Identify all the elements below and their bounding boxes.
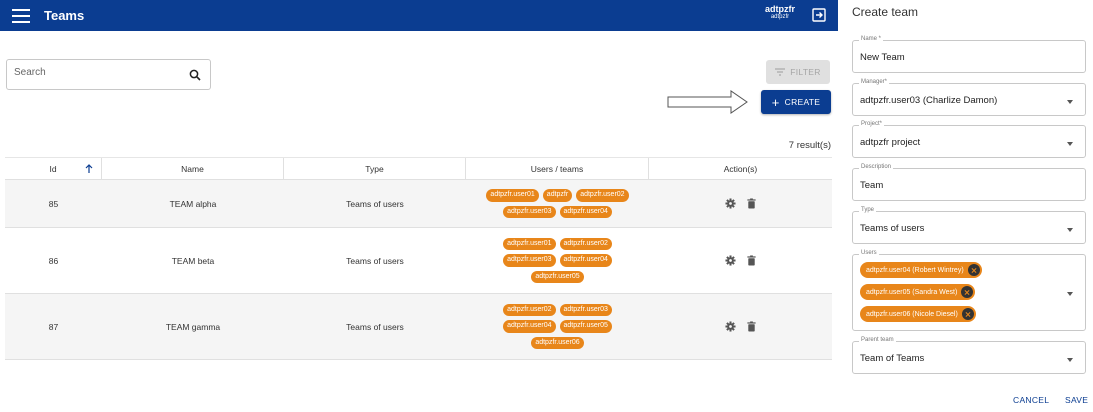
type-select[interactable]: Type Teams of users	[852, 207, 1086, 244]
manager-select[interactable]: Manager* adtpzfr.user03 (Charlize Damon)	[852, 79, 1086, 116]
filter-label: FILTER	[790, 67, 821, 77]
description-field-value[interactable]: Team	[860, 180, 883, 191]
user-name: adtpzfr	[765, 4, 795, 14]
delete-trash-icon[interactable]	[746, 321, 757, 332]
user-chip[interactable]: adtpzfr.user02	[503, 303, 556, 317]
row-actions	[649, 294, 832, 359]
user-chip[interactable]: adtpzfr.user03	[503, 254, 556, 267]
row-name: TEAM beta	[171, 255, 215, 266]
user-chip[interactable]: adtpzfr	[542, 189, 573, 202]
create-button[interactable]: + CREATE	[761, 90, 831, 114]
filter-button[interactable]: FILTER	[766, 60, 830, 84]
column-header-actions: Action(s)	[723, 163, 758, 174]
user-chip[interactable]: adtpzfr.user04	[559, 254, 612, 267]
row-type: Teams of users	[346, 198, 404, 209]
users-select-label: Users	[859, 250, 879, 256]
user-chip[interactable]: adtpzfr.user04	[503, 320, 556, 333]
chevron-down-icon[interactable]	[1067, 358, 1073, 362]
save-button[interactable]: SAVE	[1065, 395, 1088, 405]
row-id: 87	[48, 321, 59, 332]
table-row[interactable]: 85 TEAM alpha Teams of users adtpzfr.use…	[5, 180, 832, 228]
selected-user-chip: adtpzfr.user06 (Nicole Diesel)	[860, 306, 976, 322]
remove-chip-icon[interactable]	[961, 308, 974, 320]
annotation-arrow	[667, 90, 748, 114]
row-name: TEAM alpha	[169, 198, 217, 209]
user-chip[interactable]: adtpzfr.user03	[503, 205, 556, 218]
row-id: 85	[48, 198, 59, 209]
delete-trash-icon[interactable]	[746, 198, 757, 209]
table-row[interactable]: 87 TEAM gamma Teams of users adtpzfr.use…	[5, 294, 832, 360]
plus-icon: +	[771, 94, 780, 110]
user-subtitle: adtpzfr	[770, 14, 790, 20]
row-actions	[649, 228, 832, 293]
project-select[interactable]: Project* adtpzfr project	[852, 121, 1086, 158]
chevron-down-icon[interactable]	[1067, 100, 1073, 104]
selected-user-chip: adtpzfr.user04 (Robert Wintrey)	[860, 262, 982, 278]
remove-chip-icon[interactable]	[961, 286, 974, 298]
manager-select-value: adtpzfr.user03 (Charlize Damon)	[860, 95, 998, 106]
name-field-label: Name *	[859, 36, 884, 42]
chevron-down-icon[interactable]	[1067, 228, 1073, 232]
search-box	[6, 59, 211, 90]
row-id: 86	[48, 255, 59, 266]
description-field[interactable]: Description Team	[852, 164, 1086, 201]
user-chip[interactable]: adtpzfr.user03	[559, 303, 612, 317]
table-row[interactable]: 86 TEAM beta Teams of users adtpzfr.user…	[5, 228, 832, 294]
row-users: adtpzfr.user02 adtpzfr.user03 adtpzfr.us…	[466, 294, 649, 359]
type-select-label: Type	[859, 207, 877, 213]
remove-chip-icon[interactable]	[967, 264, 980, 276]
delete-trash-icon[interactable]	[746, 255, 757, 266]
users-select[interactable]: Users adtpzfr.user04 (Robert Wintrey) ad…	[852, 250, 1086, 331]
sort-ascending-icon[interactable]	[85, 164, 93, 174]
row-name: TEAM gamma	[165, 321, 221, 332]
description-field-label: Description	[859, 164, 894, 170]
settings-gear-icon[interactable]	[724, 198, 736, 209]
row-actions	[649, 180, 832, 227]
hamburger-menu-icon[interactable]	[12, 8, 30, 23]
user-chip[interactable]: adtpzfr.user06	[531, 336, 584, 350]
settings-gear-icon[interactable]	[724, 321, 736, 332]
parent-team-select-value: Team of Teams	[860, 353, 925, 364]
name-field[interactable]: Name * New Team	[852, 36, 1086, 73]
column-header-name[interactable]: Name	[102, 158, 284, 179]
column-header-id[interactable]: Id	[5, 158, 102, 179]
search-input[interactable]	[14, 67, 174, 78]
row-users: adtpzfr.user01 adtpzfr.user02 adtpzfr.us…	[466, 228, 649, 293]
top-app-bar: Teams adtpzfr adtpzfr	[0, 0, 838, 31]
user-chip[interactable]: adtpzfr.user04	[559, 205, 612, 218]
results-count: 7 result(s)	[788, 140, 831, 151]
chevron-down-icon[interactable]	[1067, 142, 1073, 146]
filter-icon	[775, 68, 786, 76]
user-info: adtpzfr adtpzfr	[765, 4, 795, 21]
selected-user-chip: adtpzfr.user05 (Sandra West)	[860, 284, 976, 300]
create-label: CREATE	[784, 97, 821, 107]
settings-gear-icon[interactable]	[724, 255, 736, 266]
logout-icon[interactable]	[812, 8, 826, 22]
teams-table: Id Name Type Users / teams Action(s) 85 …	[5, 157, 832, 360]
column-header-type[interactable]: Type	[284, 158, 466, 179]
project-select-value: adtpzfr project	[860, 137, 921, 148]
parent-team-select-label: Parent team	[859, 337, 896, 343]
row-type: Teams of users	[346, 255, 404, 266]
chevron-down-icon[interactable]	[1067, 292, 1073, 296]
page-title: Teams	[44, 8, 85, 23]
panel-title: Create team	[852, 5, 919, 19]
project-select-label: Project*	[859, 121, 885, 127]
column-header-users[interactable]: Users / teams	[466, 158, 649, 179]
name-field-value[interactable]: New Team	[860, 52, 905, 63]
user-chip[interactable]: adtpzfr.user01	[486, 189, 539, 202]
user-chip[interactable]: adtpzfr.user02	[576, 189, 629, 202]
table-header: Id Name Type Users / teams Action(s)	[5, 157, 832, 180]
user-chip[interactable]: adtpzfr.user01	[503, 237, 556, 251]
cancel-button[interactable]: CANCEL	[1013, 395, 1049, 405]
user-chip[interactable]: adtpzfr.user02	[559, 237, 612, 251]
user-chip[interactable]: adtpzfr.user05	[531, 270, 584, 284]
user-chip[interactable]: adtpzfr.user05	[559, 320, 612, 333]
row-type: Teams of users	[346, 321, 404, 332]
search-icon[interactable]	[189, 69, 201, 81]
row-users: adtpzfr.user01 adtpzfr adtpzfr.user02 ad…	[466, 180, 649, 227]
manager-select-label: Manager*	[859, 79, 890, 85]
parent-team-select[interactable]: Parent team Team of Teams	[852, 337, 1086, 374]
type-select-value: Teams of users	[860, 223, 925, 234]
